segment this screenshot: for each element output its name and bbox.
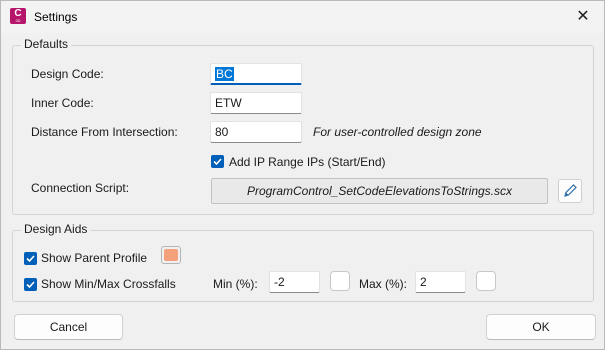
connection-script-label: Connection Script: bbox=[31, 181, 130, 195]
check-icon bbox=[26, 255, 35, 263]
add-ip-label[interactable]: Add IP Range IPs (Start/End) bbox=[229, 155, 386, 169]
add-ip-checkbox[interactable] bbox=[211, 155, 224, 168]
parent-profile-color-swatch bbox=[164, 249, 178, 261]
min-label: Min (%): bbox=[213, 277, 258, 291]
design-code-value: BC bbox=[215, 67, 234, 81]
design-code-label: Design Code: bbox=[31, 67, 104, 81]
inner-code-field[interactable]: ETW bbox=[210, 92, 302, 114]
edit-script-button[interactable] bbox=[558, 179, 582, 203]
distance-field[interactable]: 80 bbox=[210, 121, 302, 143]
show-parent-profile-label[interactable]: Show Parent Profile bbox=[41, 251, 147, 265]
close-icon[interactable]: ✕ bbox=[568, 5, 598, 29]
check-icon bbox=[213, 158, 222, 166]
parent-profile-color-button[interactable] bbox=[161, 246, 181, 264]
design-aids-group-title: Design Aids bbox=[21, 222, 91, 236]
distance-label: Distance From Intersection: bbox=[31, 125, 178, 139]
show-minmax-label[interactable]: Show Min/Max Crossfalls bbox=[41, 277, 176, 291]
pencil-icon bbox=[564, 184, 577, 197]
ok-button[interactable]: OK bbox=[486, 314, 596, 340]
max-label: Max (%): bbox=[359, 277, 407, 291]
check-icon bbox=[26, 281, 35, 289]
min-color-button[interactable] bbox=[330, 271, 350, 291]
app-icon: C 2D bbox=[10, 8, 26, 24]
window-title: Settings bbox=[34, 10, 78, 24]
connection-script-field[interactable]: ProgramControl_SetCodeElevationsToString… bbox=[211, 178, 548, 204]
max-color-button[interactable] bbox=[476, 271, 496, 291]
app-icon-sub: 2D bbox=[15, 18, 21, 23]
defaults-group-title: Defaults bbox=[21, 37, 72, 51]
title-bar: C 2D Settings ✕ bbox=[1, 1, 604, 33]
inner-code-label: Inner Code: bbox=[31, 96, 94, 110]
distance-hint: For user-controlled design zone bbox=[313, 125, 482, 139]
min-field[interactable]: -2 bbox=[269, 271, 320, 293]
design-code-field[interactable]: BC bbox=[210, 63, 302, 85]
settings-dialog: C 2D Settings ✕ Defaults Design Code: BC… bbox=[0, 0, 605, 350]
max-field[interactable]: 2 bbox=[415, 271, 466, 293]
show-parent-profile-checkbox[interactable] bbox=[24, 252, 37, 265]
show-minmax-checkbox[interactable] bbox=[24, 278, 37, 291]
cancel-button[interactable]: Cancel bbox=[14, 314, 123, 340]
